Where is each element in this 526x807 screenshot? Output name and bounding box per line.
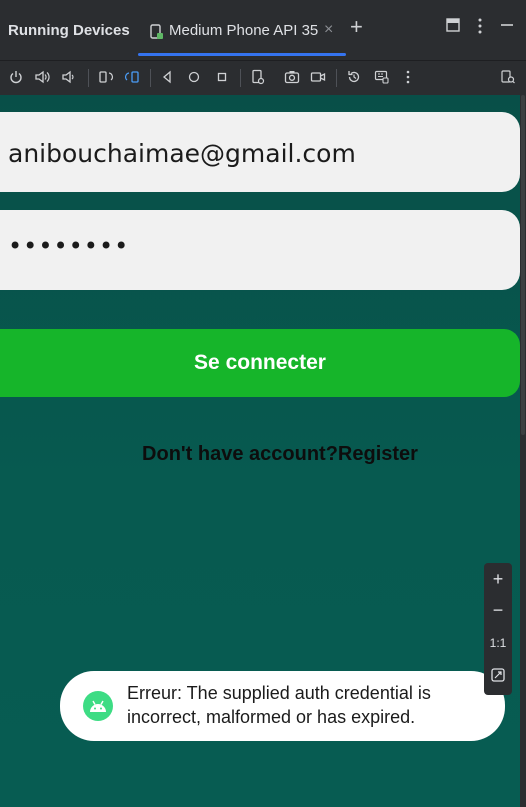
- add-tab-icon[interactable]: +: [350, 16, 363, 38]
- android-icon: [83, 691, 113, 721]
- device-screen[interactable]: anibouchaimae@gmail.com •••••••• Se conn…: [0, 95, 520, 807]
- toolbar-separator: [240, 69, 241, 87]
- scrollbar[interactable]: [520, 95, 526, 807]
- title-bar: Running Devices Medium Phone API 35 × +: [0, 0, 526, 58]
- email-field[interactable]: anibouchaimae@gmail.com: [0, 112, 520, 192]
- tab-label: Medium Phone API 35: [169, 22, 319, 39]
- zoom-controls: + − 1:1: [484, 563, 512, 695]
- tab-medium-phone[interactable]: Medium Phone API 35 ×: [138, 12, 346, 56]
- keypad-icon[interactable]: [372, 67, 392, 87]
- screenshot-icon[interactable]: [282, 67, 302, 87]
- more-icon[interactable]: [398, 67, 418, 87]
- volume-up-icon[interactable]: [32, 67, 52, 87]
- device-settings-icon[interactable]: [248, 67, 268, 87]
- toast-message: Erreur: The supplied auth credential is …: [127, 683, 431, 727]
- home-icon[interactable]: [184, 67, 204, 87]
- zoom-in-button[interactable]: +: [484, 565, 512, 593]
- window-options-icon[interactable]: [446, 18, 460, 37]
- rotate-right-icon[interactable]: [122, 67, 142, 87]
- email-value: anibouchaimae@gmail.com: [8, 139, 356, 168]
- power-icon[interactable]: [6, 67, 26, 87]
- password-value: ••••••••: [8, 232, 130, 260]
- snapshot-icon[interactable]: [344, 67, 364, 87]
- rotate-left-icon[interactable]: [96, 67, 116, 87]
- back-icon[interactable]: [158, 67, 178, 87]
- register-link[interactable]: Don't have account?Register: [0, 443, 520, 466]
- hide-icon[interactable]: [500, 18, 514, 37]
- error-toast: Erreur: The supplied auth credential is …: [60, 671, 505, 741]
- device-explorer-icon[interactable]: [498, 67, 518, 87]
- more-options-icon[interactable]: [478, 18, 482, 39]
- toolbar-separator: [150, 69, 151, 87]
- panel-title: Running Devices: [8, 22, 130, 39]
- login-button[interactable]: Se connecter: [0, 329, 520, 397]
- volume-down-icon[interactable]: [58, 67, 78, 87]
- close-icon[interactable]: ×: [324, 21, 333, 39]
- toolbar-separator: [336, 69, 337, 87]
- password-field[interactable]: ••••••••: [0, 210, 520, 290]
- screen-record-icon[interactable]: [308, 67, 328, 87]
- device-toolbar: [0, 60, 526, 94]
- zoom-out-button[interactable]: −: [484, 596, 512, 624]
- tab-active-indicator: [138, 53, 346, 56]
- fit-screen-icon[interactable]: [484, 661, 512, 689]
- device-icon: [150, 24, 164, 40]
- toolbar-separator: [88, 69, 89, 87]
- actual-size-button[interactable]: 1:1: [484, 629, 512, 657]
- scroll-thumb[interactable]: [521, 95, 525, 435]
- overview-icon[interactable]: [212, 67, 232, 87]
